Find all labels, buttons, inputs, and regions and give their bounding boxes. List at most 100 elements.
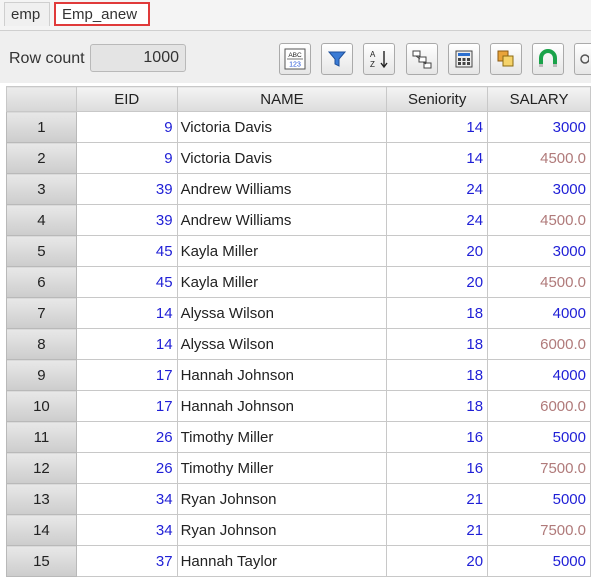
column-header-salary[interactable]: SALARY xyxy=(487,86,591,112)
tab-emp-anew[interactable]: Emp_anew xyxy=(54,2,150,26)
salary-cell[interactable]: 4500.0 xyxy=(487,266,591,298)
table-row[interactable]: 6 45 Kayla Miller 20 4500.0 xyxy=(6,266,591,298)
table-row[interactable]: 5 45 Kayla Miller 20 3000 xyxy=(6,235,591,267)
table-row[interactable]: 9 17 Hannah Johnson 18 4000 xyxy=(6,359,591,391)
table-row[interactable]: 13 34 Ryan Johnson 21 5000 xyxy=(6,483,591,515)
column-header-name[interactable]: NAME xyxy=(176,86,388,112)
seniority-cell[interactable]: 18 xyxy=(386,359,489,391)
row-number-cell[interactable]: 11 xyxy=(6,421,77,453)
eid-cell[interactable]: 45 xyxy=(75,235,178,267)
row-number-cell[interactable]: 14 xyxy=(6,514,77,546)
salary-cell[interactable]: 3000 xyxy=(487,111,591,143)
eid-cell[interactable]: 39 xyxy=(75,173,178,205)
seniority-cell[interactable]: 14 xyxy=(386,111,489,143)
name-cell[interactable]: Victoria Davis xyxy=(176,111,388,143)
filter-button[interactable] xyxy=(321,43,353,75)
seniority-cell[interactable]: 18 xyxy=(386,390,489,422)
seniority-cell[interactable]: 20 xyxy=(386,235,489,267)
name-cell[interactable]: Andrew Williams xyxy=(176,204,388,236)
row-number-cell[interactable]: 7 xyxy=(6,297,77,329)
row-number-cell[interactable]: 15 xyxy=(6,545,77,577)
calculator-button[interactable] xyxy=(448,43,480,75)
eid-cell[interactable]: 14 xyxy=(75,328,178,360)
table-row[interactable]: 15 37 Hannah Taylor 20 5000 xyxy=(6,545,591,577)
table-row[interactable]: 12 26 Timothy Miller 16 7500.0 xyxy=(6,452,591,484)
table-row[interactable]: 8 14 Alyssa Wilson 18 6000.0 xyxy=(6,328,591,360)
abc-123-button[interactable]: ABC 123 xyxy=(279,43,311,75)
seniority-cell[interactable]: 18 xyxy=(386,328,489,360)
row-number-cell[interactable]: 13 xyxy=(6,483,77,515)
eid-cell[interactable]: 39 xyxy=(75,204,178,236)
name-cell[interactable]: Alyssa Wilson xyxy=(176,328,388,360)
row-number-cell[interactable]: 10 xyxy=(6,390,77,422)
name-cell[interactable]: Hannah Johnson xyxy=(176,359,388,391)
seniority-cell[interactable]: 20 xyxy=(386,266,489,298)
name-cell[interactable]: Victoria Davis xyxy=(176,142,388,174)
table-row[interactable]: 2 9 Victoria Davis 14 4500.0 xyxy=(6,142,591,174)
seniority-cell[interactable]: 16 xyxy=(386,421,489,453)
column-header-seniority[interactable]: Seniority xyxy=(386,86,489,112)
salary-cell[interactable]: 4000 xyxy=(487,359,591,391)
eid-cell[interactable]: 9 xyxy=(75,142,178,174)
eid-cell[interactable]: 34 xyxy=(75,483,178,515)
eid-cell[interactable]: 26 xyxy=(75,452,178,484)
row-number-cell[interactable]: 4 xyxy=(6,204,77,236)
copy-button[interactable] xyxy=(490,43,522,75)
row-number-cell[interactable]: 5 xyxy=(6,235,77,267)
magnet-button[interactable] xyxy=(532,43,564,75)
eid-cell[interactable]: 26 xyxy=(75,421,178,453)
salary-cell[interactable]: 3000 xyxy=(487,173,591,205)
table-row[interactable]: 4 39 Andrew Williams 24 4500.0 xyxy=(6,204,591,236)
salary-cell[interactable]: 5000 xyxy=(487,483,591,515)
eid-cell[interactable]: 9 xyxy=(75,111,178,143)
seniority-cell[interactable]: 18 xyxy=(386,297,489,329)
sort-az-button[interactable]: A Z xyxy=(363,43,395,75)
name-cell[interactable]: Kayla Miller xyxy=(176,266,388,298)
row-number-cell[interactable]: 6 xyxy=(6,266,77,298)
table-row[interactable]: 11 26 Timothy Miller 16 5000 xyxy=(6,421,591,453)
salary-cell[interactable]: 5000 xyxy=(487,545,591,577)
salary-cell[interactable]: 6000.0 xyxy=(487,328,591,360)
seniority-cell[interactable]: 21 xyxy=(386,483,489,515)
eid-cell[interactable]: 17 xyxy=(75,390,178,422)
salary-cell[interactable]: 7500.0 xyxy=(487,452,591,484)
table-row[interactable]: 14 34 Ryan Johnson 21 7500.0 xyxy=(6,514,591,546)
eid-cell[interactable]: 34 xyxy=(75,514,178,546)
name-cell[interactable]: Andrew Williams xyxy=(176,173,388,205)
seniority-cell[interactable]: 16 xyxy=(386,452,489,484)
row-number-cell[interactable]: 9 xyxy=(6,359,77,391)
tab-emp[interactable]: emp xyxy=(4,2,50,26)
salary-cell[interactable]: 4500.0 xyxy=(487,142,591,174)
name-cell[interactable]: Timothy Miller xyxy=(176,452,388,484)
eid-cell[interactable]: 17 xyxy=(75,359,178,391)
column-header-eid[interactable]: EID xyxy=(75,86,178,112)
table-row[interactable]: 7 14 Alyssa Wilson 18 4000 xyxy=(6,297,591,329)
seniority-cell[interactable]: 24 xyxy=(386,173,489,205)
salary-cell[interactable]: 4000 xyxy=(487,297,591,329)
seniority-cell[interactable]: 24 xyxy=(386,204,489,236)
name-cell[interactable]: Ryan Johnson xyxy=(176,483,388,515)
eid-cell[interactable]: 37 xyxy=(75,545,178,577)
eid-cell[interactable]: 45 xyxy=(75,266,178,298)
table-row[interactable]: 1 9 Victoria Davis 14 3000 xyxy=(6,111,591,143)
salary-cell[interactable]: 7500.0 xyxy=(487,514,591,546)
name-cell[interactable]: Hannah Taylor xyxy=(176,545,388,577)
name-cell[interactable]: Timothy Miller xyxy=(176,421,388,453)
seniority-cell[interactable]: 14 xyxy=(386,142,489,174)
table-row[interactable]: 10 17 Hannah Johnson 18 6000.0 xyxy=(6,390,591,422)
name-cell[interactable]: Ryan Johnson xyxy=(176,514,388,546)
row-number-cell[interactable]: 1 xyxy=(6,111,77,143)
salary-cell[interactable]: 4500.0 xyxy=(487,204,591,236)
name-cell[interactable]: Hannah Johnson xyxy=(176,390,388,422)
seniority-cell[interactable]: 21 xyxy=(386,514,489,546)
row-number-cell[interactable]: 8 xyxy=(6,328,77,360)
link-button[interactable] xyxy=(406,43,438,75)
name-cell[interactable]: Alyssa Wilson xyxy=(176,297,388,329)
eid-cell[interactable]: 14 xyxy=(75,297,178,329)
row-count-input[interactable] xyxy=(90,44,186,72)
row-number-cell[interactable]: 3 xyxy=(6,173,77,205)
salary-cell[interactable]: 3000 xyxy=(487,235,591,267)
more-button[interactable] xyxy=(574,43,591,75)
salary-cell[interactable]: 5000 xyxy=(487,421,591,453)
name-cell[interactable]: Kayla Miller xyxy=(176,235,388,267)
